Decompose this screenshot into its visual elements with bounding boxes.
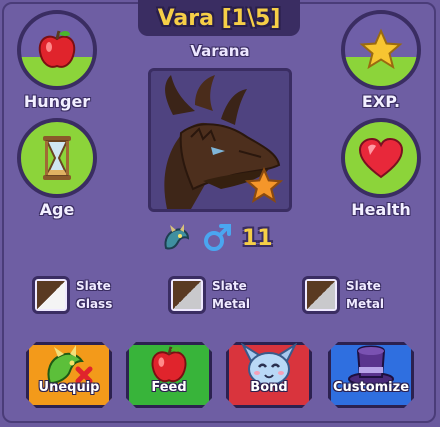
color-slot-2: Slate Metal: [168, 276, 250, 314]
health-label: Health: [351, 200, 411, 219]
swatch-3-line2: Metal: [346, 297, 385, 311]
swatch-2-line1: Slate: [212, 279, 247, 293]
pet-age-value: 11: [242, 225, 273, 251]
pet-portrait[interactable]: [148, 68, 292, 212]
swatch-1-line2: Glass: [76, 297, 113, 311]
star-icon: [359, 28, 403, 70]
color-slot-1: Slate Glass: [32, 276, 112, 314]
age-label: Age: [39, 200, 75, 219]
health-stat: Health: [336, 118, 426, 219]
customize-label: Customize: [332, 380, 410, 395]
swatch-3-line1: Slate: [346, 279, 381, 293]
hourglass-icon: [43, 136, 71, 180]
swatch-2-line2: Metal: [212, 297, 251, 311]
unequip-label: Unequip: [38, 380, 100, 395]
exp-label: EXP.: [361, 92, 401, 111]
dragon-species-icon: [164, 224, 190, 250]
color-swatch-1[interactable]: [32, 276, 70, 314]
bond-button[interactable]: Bond: [226, 342, 312, 408]
age-stat: Age: [12, 118, 102, 219]
bond-label: Bond: [250, 380, 288, 395]
color-swatch-3[interactable]: [302, 276, 340, 314]
heart-icon: [358, 137, 404, 179]
customize-button[interactable]: Customize: [328, 342, 414, 408]
hunger-label: Hunger: [23, 92, 91, 111]
hunger-meter: [17, 10, 97, 90]
pet-title: Vara [1\5]: [157, 5, 281, 31]
health-meter: [341, 118, 421, 198]
title-plate: Vara [1\5]: [138, 0, 300, 36]
pet-info-row: 11: [160, 222, 290, 254]
feed-button[interactable]: Feed: [126, 342, 212, 408]
exp-meter: [341, 10, 421, 90]
male-icon: [204, 224, 231, 251]
pet-species-name: Varana: [190, 42, 250, 60]
feed-label: Feed: [151, 380, 187, 395]
color-slot-3: Slate Metal: [302, 276, 384, 314]
unequip-button[interactable]: Unequip: [26, 342, 112, 408]
favorite-star-icon[interactable]: [245, 167, 283, 205]
color-swatch-2[interactable]: [168, 276, 206, 314]
apple-icon: [38, 30, 76, 68]
hunger-stat: Hunger: [12, 10, 102, 111]
age-meter: [17, 118, 97, 198]
exp-stat: EXP.: [336, 10, 426, 111]
swatch-1-line1: Slate: [76, 279, 111, 293]
